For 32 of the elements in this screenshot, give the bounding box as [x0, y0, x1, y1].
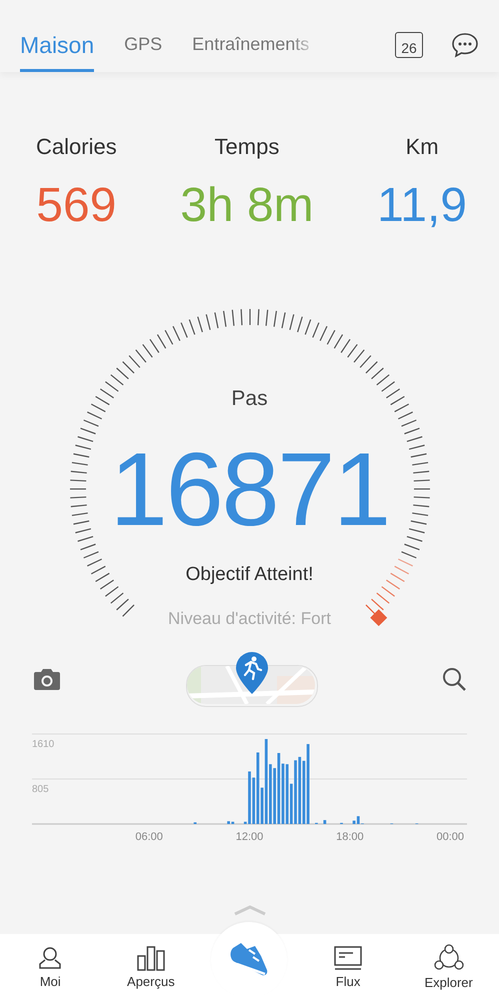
camera-icon[interactable] [32, 667, 62, 691]
x-axis-label: 18:00 [336, 831, 364, 843]
nav-label[interactable]: Flux [336, 974, 360, 989]
gauge-title: Pas [231, 387, 268, 411]
chat-icon[interactable] [451, 32, 479, 58]
stat-label: Calories [36, 134, 117, 160]
search-icon[interactable] [441, 666, 467, 692]
activity-level: Niveau d'activité: Fort [168, 609, 331, 629]
nav-label[interactable]: Moi [40, 974, 61, 989]
person-icon [37, 945, 64, 971]
x-axis-label: 12:00 [236, 831, 264, 843]
stat-value: 3h 8m [180, 178, 314, 233]
stat-value: 11,9 [377, 178, 467, 233]
nav-label[interactable]: Explorer [424, 975, 473, 990]
y-axis-label: 805 [32, 784, 49, 795]
nav-label[interactable]: Aperçus [127, 974, 175, 989]
stat-label: Km [406, 134, 439, 160]
goal-status: Objectif Atteint! [186, 564, 314, 586]
network-icon [432, 944, 465, 972]
stat-label: Temps [214, 134, 280, 160]
x-axis-label: 06:00 [135, 831, 163, 843]
calendar-button[interactable]: 26 [395, 32, 423, 58]
stat-value: 569 [36, 178, 116, 233]
tab[interactable]: GPS [124, 34, 162, 72]
bar-chart-icon [136, 945, 166, 971]
runner-pin-icon [234, 651, 268, 695]
chart-bar [323, 820, 326, 824]
x-axis-label: 00:00 [436, 831, 464, 843]
tab[interactable]: Entraînements [192, 34, 310, 72]
y-axis-label: 1610 [32, 739, 54, 750]
step-count: 16871 [110, 438, 390, 542]
feed-icon [333, 945, 364, 971]
